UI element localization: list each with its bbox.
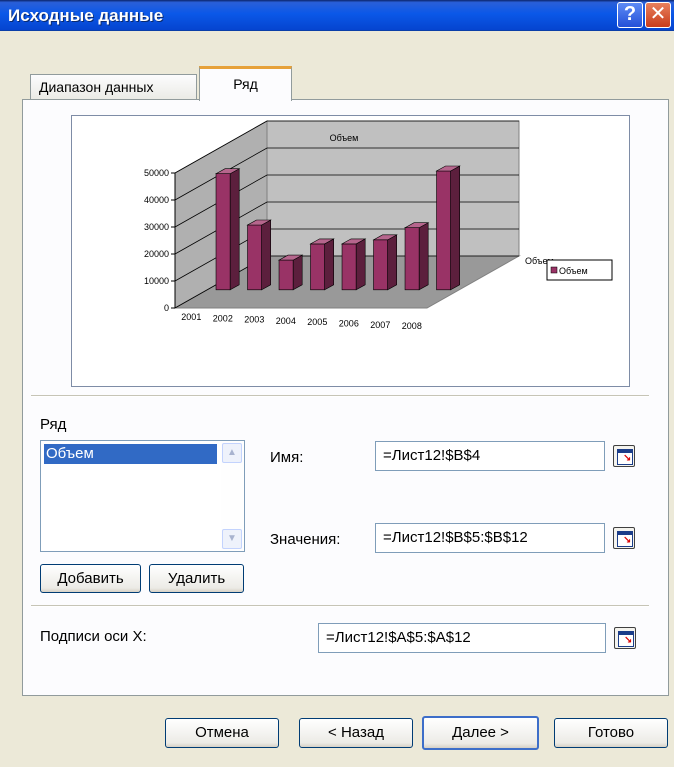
- tab-data-range[interactable]: Диапазон данных: [30, 74, 197, 100]
- title-bar: Исходные данные ? ✕: [0, 0, 674, 31]
- chart-svg: 0 10000 20000 30000 40000 50000 2001 2002 2003 20…: [144, 120, 613, 331]
- x-tick-label: 2005: [307, 317, 327, 327]
- x-tick-label: 2002: [213, 313, 233, 323]
- x-tick-label: 2006: [339, 319, 359, 329]
- chart-preview: 0 10000 20000 30000 40000 50000 2001 2002 2003 20…: [71, 115, 630, 387]
- values-ref-button[interactable]: ↘: [613, 527, 635, 549]
- separator-chart: [31, 395, 649, 397]
- chart-bar: [341, 243, 357, 291]
- chart-bar: [278, 259, 294, 291]
- y-tick-label: 20000: [144, 249, 169, 259]
- y-tick-label: 0: [164, 303, 169, 313]
- chart-title: Объем: [330, 133, 359, 143]
- series-group-label: Ряд: [40, 416, 67, 433]
- legend-label: Объем: [559, 266, 588, 276]
- chart-bar: [404, 227, 420, 291]
- chart-bar-side: [324, 238, 334, 291]
- legend-swatch: [550, 266, 558, 274]
- close-button[interactable]: ✕: [645, 2, 671, 28]
- values-label: Значения:: [270, 531, 341, 548]
- delete-series-button[interactable]: Удалить: [149, 564, 244, 593]
- series-listbox[interactable]: Объем ▲ ▼: [40, 440, 245, 552]
- help-icon: ?: [623, 3, 637, 25]
- name-field[interactable]: =Лист12!$B$4: [375, 441, 605, 471]
- chart-bar-side: [355, 238, 366, 291]
- y-tick-label: 50000: [144, 168, 169, 178]
- back-button[interactable]: < Назад: [299, 718, 413, 748]
- chart-bar-side: [387, 234, 397, 291]
- x-tick-label: 2007: [370, 320, 390, 330]
- tab-series[interactable]: Ряд: [199, 66, 292, 101]
- window-title: Исходные данные: [8, 6, 164, 25]
- x-labels-ref-button[interactable]: ↘: [614, 627, 636, 649]
- chart-bar-side: [292, 254, 303, 291]
- chart-bar-side: [261, 219, 271, 291]
- list-scrollbar[interactable]: ▲ ▼: [221, 442, 243, 550]
- chart-bar: [373, 239, 388, 291]
- scroll-down-icon[interactable]: ▼: [222, 529, 242, 549]
- close-icon: ✕: [649, 3, 667, 25]
- chart-bar: [436, 170, 451, 291]
- separator-series: [31, 605, 649, 607]
- x-labels-label: Подписи оси X:: [40, 628, 147, 645]
- add-series-button[interactable]: Добавить: [40, 564, 141, 593]
- name-label: Имя:: [270, 449, 304, 466]
- next-button[interactable]: Далее >: [422, 716, 539, 750]
- values-field[interactable]: =Лист12!$B$5:$B$12: [375, 523, 605, 553]
- chart-bar: [247, 224, 262, 291]
- cancel-button[interactable]: Отмена: [165, 718, 279, 748]
- finish-button[interactable]: Готово: [554, 718, 668, 748]
- name-ref-button[interactable]: ↘: [613, 445, 635, 467]
- x-labels-field[interactable]: =Лист12!$A$5:$A$12: [318, 623, 606, 653]
- chart-bar: [215, 173, 231, 291]
- scroll-up-icon[interactable]: ▲: [222, 443, 242, 463]
- series-list-item[interactable]: Объем: [44, 444, 217, 464]
- x-tick-label: 2003: [244, 315, 264, 325]
- x-tick-label: 2001: [181, 312, 201, 322]
- chart-bar-side: [229, 168, 240, 291]
- chart-bar-side: [418, 222, 429, 291]
- y-tick-label: 40000: [144, 195, 169, 205]
- chart-bar-side: [450, 165, 460, 291]
- x-tick-label: 2004: [276, 316, 296, 326]
- x-tick-label: 2008: [402, 321, 422, 331]
- help-button[interactable]: ?: [617, 2, 643, 28]
- chart-bar: [310, 243, 325, 291]
- y-tick-label: 10000: [144, 276, 169, 286]
- y-tick-label: 30000: [144, 222, 169, 232]
